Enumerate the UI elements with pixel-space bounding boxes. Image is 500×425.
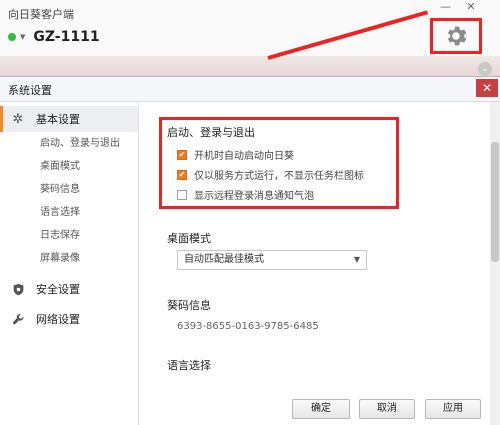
sidebar-item-label: 基本设置 bbox=[36, 113, 80, 126]
settings-content: 启动、登录与退出 ✔ 开机时自动启动向日葵 ✔ 仅以服务方式运行，不显示任务栏图… bbox=[139, 102, 488, 425]
minimize-button[interactable]: — bbox=[435, 1, 457, 15]
sidebar-item-network-settings[interactable]: 网络设置 bbox=[0, 306, 138, 332]
banner-strip bbox=[0, 56, 500, 78]
settings-dialog: 系统设置 ✕ ✲ 基本设置 启动、登录与退出 桌面模式 葵码信息 语言选择 日志… bbox=[0, 76, 500, 425]
option-label: 仅以服务方式运行，不显示任务栏图标 bbox=[194, 171, 364, 182]
code-info-value: 6393-8655-0163-9785-6485 bbox=[177, 321, 319, 332]
close-button[interactable]: ✕ bbox=[460, 1, 482, 15]
option-label: 开机时自动启动向日葵 bbox=[194, 151, 294, 162]
dialog-titlebar: 系统设置 ✕ bbox=[0, 77, 500, 102]
gear-icon: ✲ bbox=[12, 111, 24, 127]
online-status-dot bbox=[8, 33, 16, 41]
option-label: 显示远程登录消息通知气泡 bbox=[194, 191, 314, 202]
login-notify-checkbox[interactable] bbox=[177, 189, 187, 200]
scrollbar-thumb[interactable] bbox=[491, 142, 499, 262]
sidebar-subitem-language[interactable]: 语言选择 bbox=[0, 201, 138, 224]
content-scrollbar[interactable] bbox=[490, 102, 500, 425]
shield-icon bbox=[10, 281, 26, 297]
language-title: 语言选择 bbox=[167, 359, 211, 372]
gear-icon bbox=[447, 26, 467, 46]
option-autostart[interactable]: ✔ 开机时自动启动向日葵 bbox=[177, 147, 294, 162]
app-title: 向日葵客户端 bbox=[8, 8, 74, 21]
sidebar-subitem-code-info[interactable]: 葵码信息 bbox=[0, 178, 138, 201]
status-dropdown-icon[interactable]: ▼ bbox=[20, 33, 25, 41]
device-id: GZ-1111 bbox=[33, 29, 100, 45]
option-service-mode[interactable]: ✔ 仅以服务方式运行，不显示任务栏图标 bbox=[177, 167, 364, 182]
cancel-button[interactable]: 取消 bbox=[359, 399, 415, 419]
chevron-down-icon[interactable]: ⌄ bbox=[478, 62, 492, 76]
sidebar-subitem-desktop-mode[interactable]: 桌面模式 bbox=[0, 155, 138, 178]
ok-button[interactable]: 确定 bbox=[292, 399, 350, 419]
sidebar-item-basic-settings[interactable]: ✲ 基本设置 bbox=[0, 106, 138, 132]
service-mode-checkbox[interactable]: ✔ bbox=[177, 169, 187, 180]
sidebar-item-label: 安全设置 bbox=[36, 283, 80, 296]
sidebar-item-security-settings[interactable]: 安全设置 bbox=[0, 276, 138, 302]
apply-button[interactable]: 应用 bbox=[425, 399, 481, 419]
wrench-icon bbox=[10, 311, 26, 327]
code-info-title: 葵码信息 bbox=[167, 299, 211, 312]
chevron-down-icon: ▼ bbox=[353, 255, 360, 264]
dialog-title: 系统设置 bbox=[8, 84, 52, 97]
autostart-checkbox[interactable]: ✔ bbox=[177, 149, 187, 160]
device-status: ▼ GZ-1111 bbox=[8, 29, 100, 45]
desktop-mode-select[interactable]: 自动匹配最佳模式 ▼ bbox=[177, 250, 367, 270]
startup-section-title: 启动、登录与退出 bbox=[167, 126, 255, 139]
sidebar-subitem-startup[interactable]: 启动、登录与退出 bbox=[0, 132, 138, 155]
desktop-mode-title: 桌面模式 bbox=[167, 232, 211, 245]
window-controls: — ✕ bbox=[435, 0, 483, 15]
settings-button[interactable] bbox=[430, 18, 482, 54]
sidebar-subitem-log[interactable]: 日志保存 bbox=[0, 224, 138, 247]
sidebar-item-label: 网络设置 bbox=[36, 313, 80, 326]
desktop-mode-value: 自动匹配最佳模式 bbox=[184, 254, 264, 265]
settings-sidebar: ✲ 基本设置 启动、登录与退出 桌面模式 葵码信息 语言选择 日志保存 屏幕录像… bbox=[0, 102, 139, 425]
option-login-notify[interactable]: 显示远程登录消息通知气泡 bbox=[177, 187, 314, 202]
dialog-close-button[interactable]: ✕ bbox=[476, 79, 498, 97]
sidebar-subitem-screen-record[interactable]: 屏幕录像 bbox=[0, 247, 138, 270]
